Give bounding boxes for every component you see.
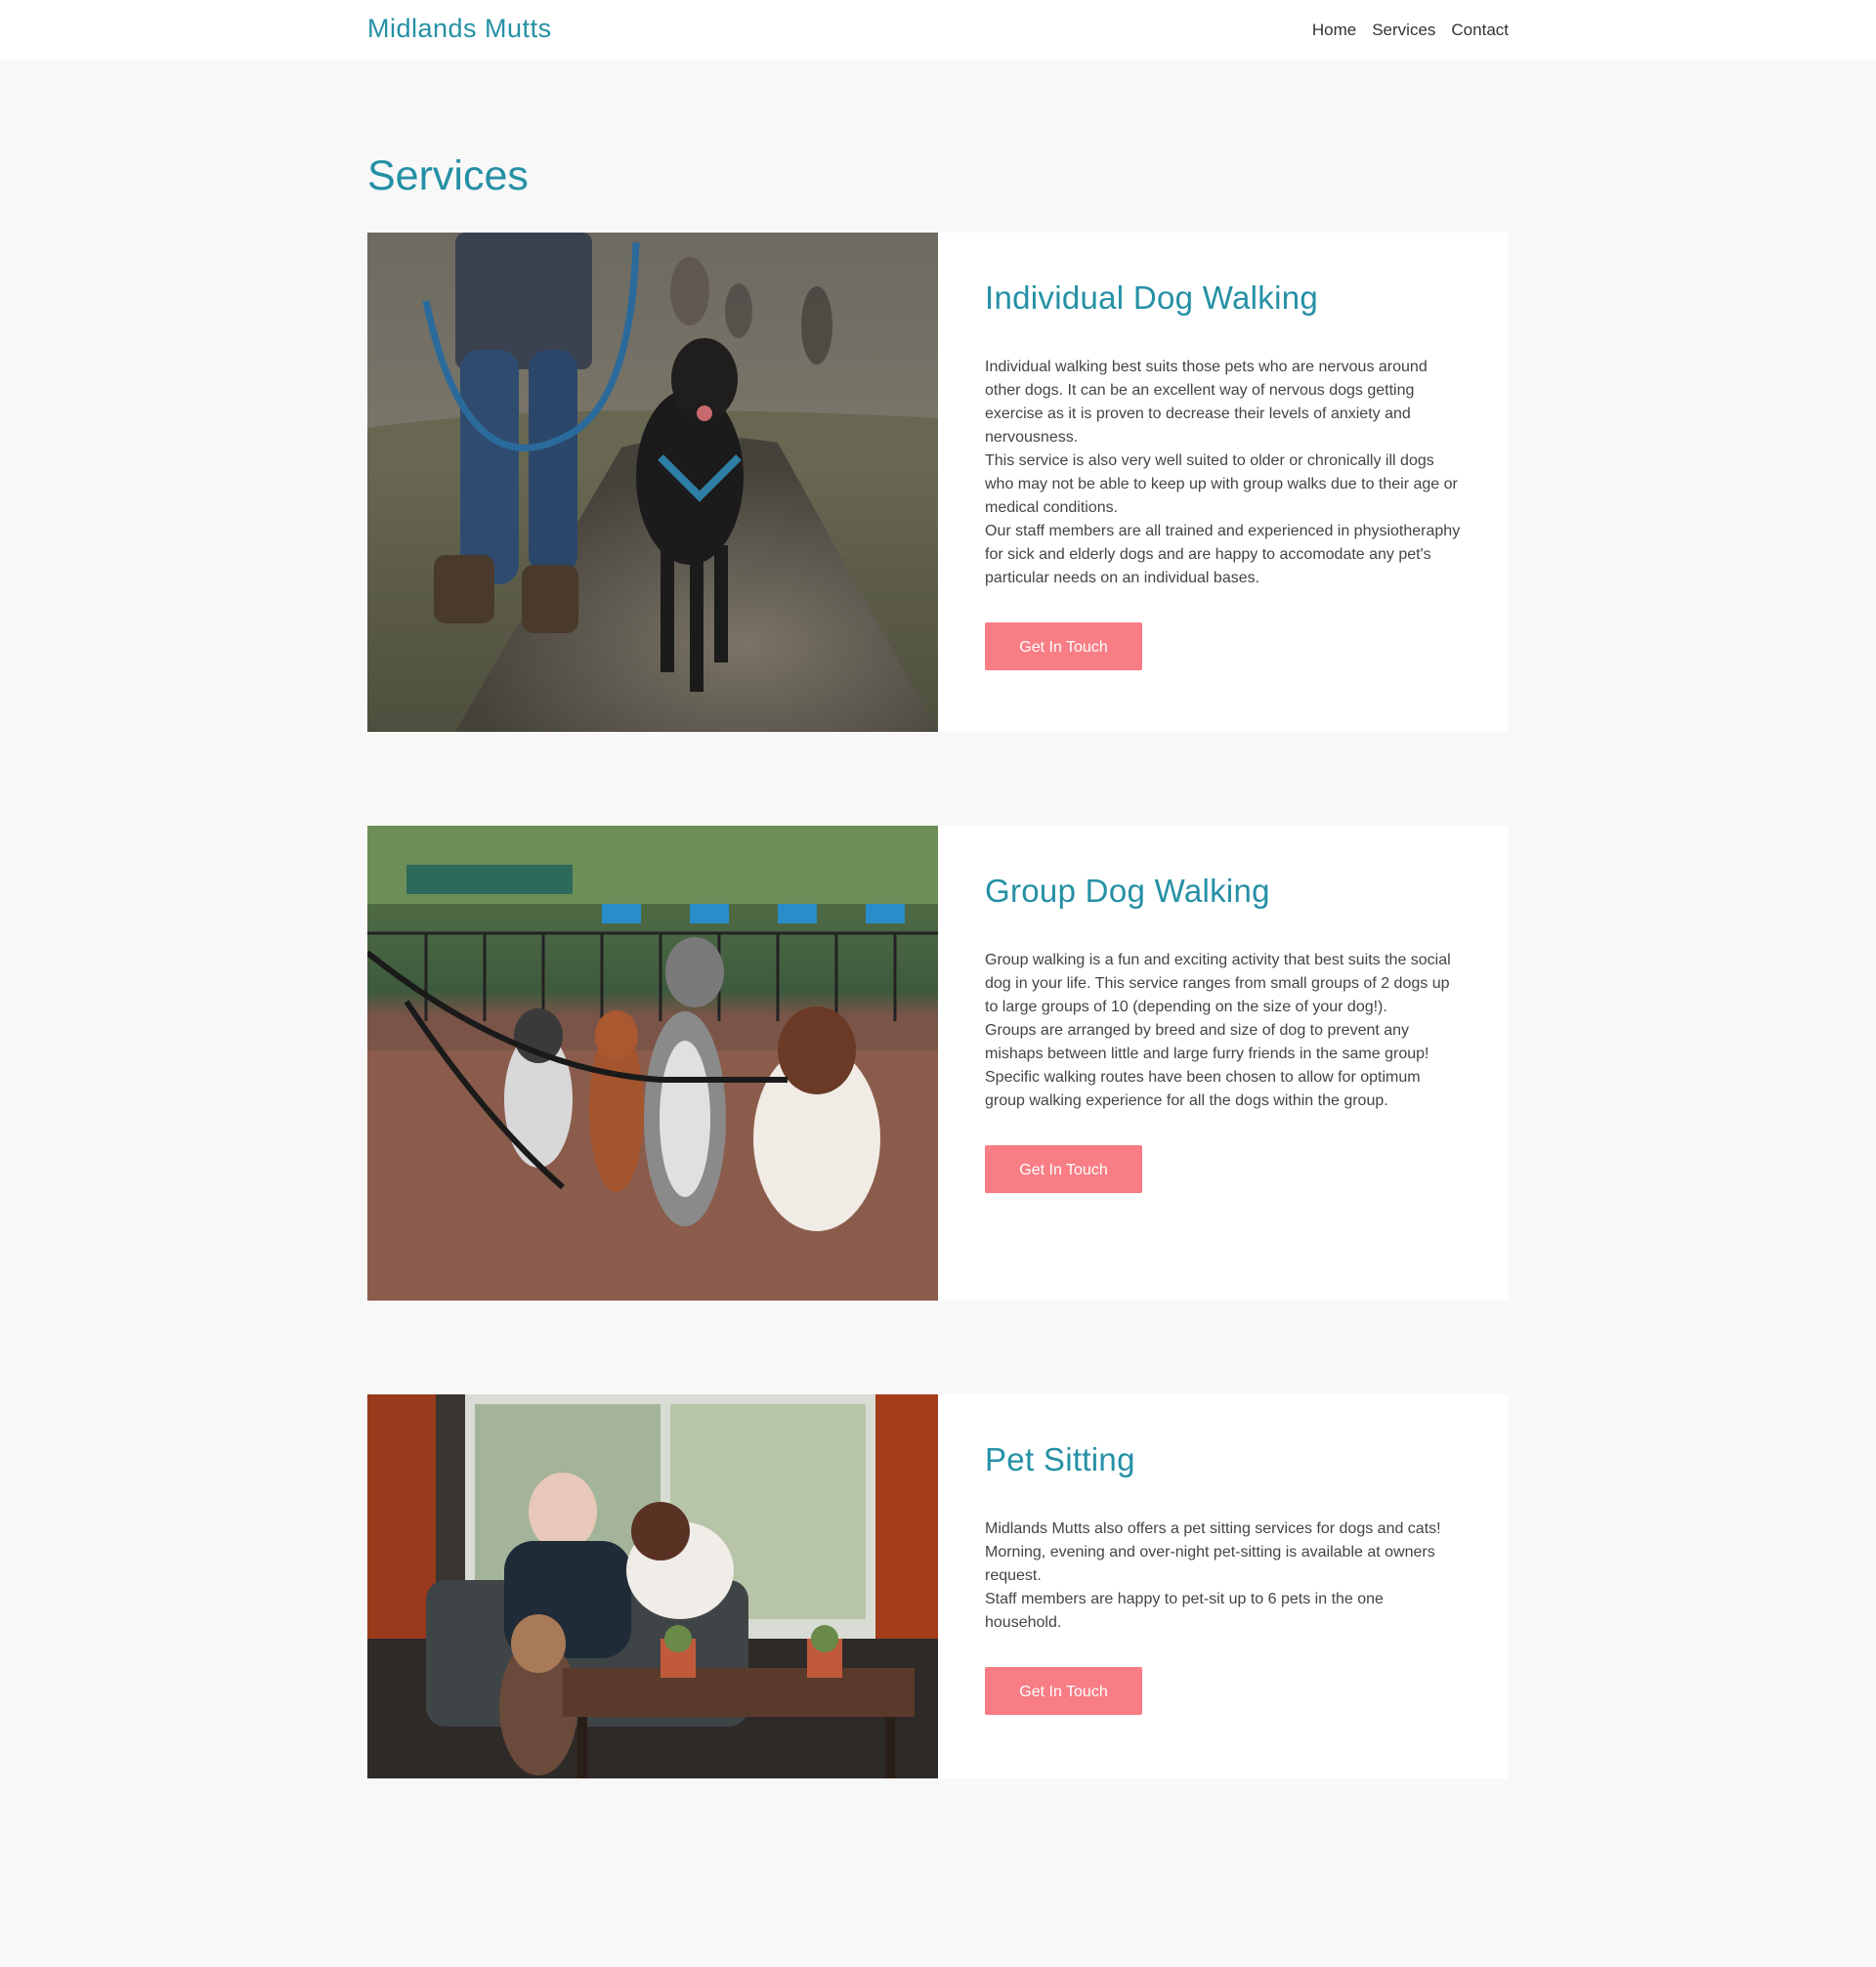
- top-navbar: Midlands Mutts Home Services Contact: [0, 0, 1876, 60]
- service-card-pet-sitting: Pet Sitting Midlands Mutts also offers a…: [367, 1394, 1509, 1778]
- nav-services-link[interactable]: Services: [1372, 21, 1435, 40]
- get-in-touch-button[interactable]: Get In Touch: [985, 1667, 1142, 1715]
- service-text: Group Dog Walking Group walking is a fun…: [938, 826, 1509, 1301]
- service-text: Pet Sitting Midlands Mutts also offers a…: [938, 1394, 1509, 1778]
- page-title: Services: [367, 152, 529, 199]
- main-nav: Home Services Contact: [1312, 21, 1509, 40]
- service-card-individual: Individual Dog Walking Individual walkin…: [367, 233, 1509, 732]
- service-description: Groups are arranged by breed and size of…: [985, 1022, 1429, 1062]
- nav-home-link[interactable]: Home: [1312, 21, 1356, 40]
- service-description: Our staff members are all trained and ex…: [985, 523, 1461, 586]
- service-card-group: Group Dog Walking Group walking is a fun…: [367, 826, 1509, 1301]
- get-in-touch-button[interactable]: Get In Touch: [985, 1145, 1142, 1193]
- service-text: Individual Dog Walking Individual walkin…: [938, 233, 1509, 732]
- service-title: Group Dog Walking: [985, 873, 1270, 909]
- dog-walking-photo: [367, 233, 938, 732]
- service-description: Group walking is a fun and exciting acti…: [985, 952, 1451, 1015]
- group-walking-photo: [367, 826, 938, 1301]
- service-description: Morning, evening and over-night pet-sitt…: [985, 1544, 1435, 1584]
- service-description: Staff members are happy to pet-sit up to…: [985, 1591, 1384, 1631]
- service-title: Individual Dog Walking: [985, 279, 1319, 316]
- pet-sitting-photo: [367, 1394, 938, 1778]
- service-description: Specific walking routes have been chosen…: [985, 1069, 1421, 1109]
- service-description: Individual walking best suits those pets…: [985, 359, 1428, 446]
- get-in-touch-button[interactable]: Get In Touch: [985, 622, 1142, 670]
- service-title: Pet Sitting: [985, 1441, 1135, 1477]
- service-description: This service is also very well suited to…: [985, 452, 1458, 516]
- brand-logo[interactable]: Midlands Mutts: [367, 14, 552, 44]
- nav-contact-link[interactable]: Contact: [1451, 21, 1509, 40]
- service-description: Midlands Mutts also offers a pet sitting…: [985, 1520, 1441, 1537]
